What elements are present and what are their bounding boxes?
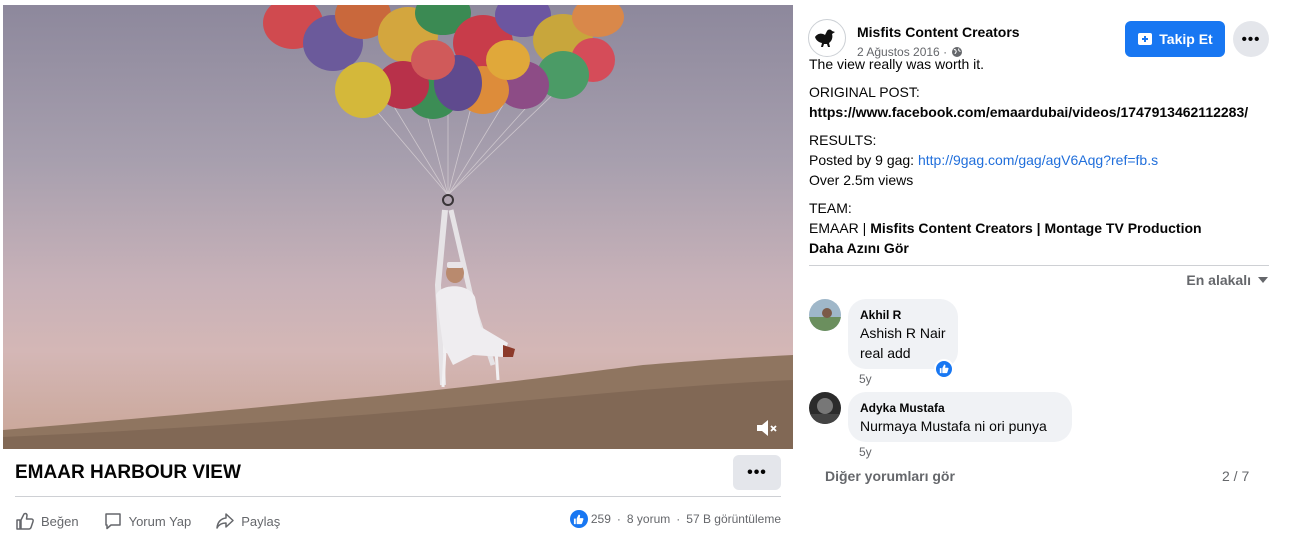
see-less-link[interactable]: Daha Azını Gör (809, 238, 1289, 258)
views-line: Over 2.5m views (809, 172, 914, 188)
video-more-options-button[interactable]: ••• (733, 455, 781, 490)
team-names[interactable]: Misfits Content Creators | Montage TV Pr… (870, 220, 1201, 236)
post-stats: 259 · 8 yorum · 57 B görüntüleme (569, 510, 781, 528)
thumbs-up-icon (939, 364, 949, 374)
mute-button[interactable] (754, 417, 782, 441)
comment-icon (104, 513, 121, 530)
avatar[interactable] (809, 299, 841, 331)
follow-button[interactable]: Takip Et (1125, 21, 1225, 57)
comment-author[interactable]: Akhil R (860, 307, 946, 323)
team-heading: TEAM: (809, 200, 852, 216)
share-label: Paylaş (241, 513, 281, 529)
avatar[interactable] (809, 392, 841, 424)
video-player[interactable] (3, 5, 793, 449)
like-label: Beğen (41, 513, 79, 529)
like-reaction-icon (569, 510, 588, 528)
page-name[interactable]: Misfits Content Creators (857, 24, 1020, 40)
comment-like-reaction[interactable] (934, 359, 954, 379)
original-post-heading: ORIGINAL POST: (809, 84, 920, 100)
page-avatar[interactable] (808, 19, 846, 57)
bird-logo-icon (815, 29, 835, 47)
description-line: The view really was worth it. (809, 56, 985, 72)
team-line: EMAAR | Misfits Content Creators | Monta… (809, 218, 1289, 238)
sort-label: En alakalı (1186, 272, 1251, 288)
posted-by-line: Posted by 9 gag: http://9gag.com/gag/agV… (809, 150, 1289, 170)
action-bar: Beğen Yorum Yap Paylaş (15, 508, 304, 534)
comment-text: Ashish R Nair (860, 325, 946, 341)
thumbs-up-icon (16, 512, 34, 530)
video-frame (3, 5, 793, 449)
posted-by-prefix: Posted by 9 gag: (809, 152, 918, 168)
muted-speaker-icon (757, 420, 777, 436)
divider (809, 265, 1269, 266)
caret-down-icon (1258, 277, 1268, 283)
share-button[interactable]: Paylaş (215, 511, 280, 531)
comment-count[interactable]: 8 yorum (627, 512, 670, 526)
post-description: The view really was worth it. ORIGINAL P… (809, 54, 1289, 258)
ninegag-link[interactable]: http://9gag.com/gag/agV6Aqg?ref=fb.s (918, 152, 1158, 168)
comment-bubble: Adyka Mustafa Nurmaya Mustafa ni ori pun… (848, 392, 1072, 442)
post-more-options-button[interactable]: ••• (1233, 21, 1269, 57)
post-panel: Misfits Content Creators 2 Ağustos 2016 … (794, 0, 1294, 541)
like-button[interactable]: Beğen (15, 511, 79, 531)
comment-text: real add (860, 345, 911, 361)
comment-label: Yorum Yap (128, 513, 192, 529)
team-prefix: EMAAR | (809, 220, 871, 236)
follow-plus-icon (1138, 33, 1153, 45)
comment-button[interactable]: Yorum Yap (103, 511, 192, 531)
comment-time[interactable]: 5y (859, 445, 872, 459)
results-heading: RESULTS: (809, 132, 877, 148)
comment-author[interactable]: Adyka Mustafa (860, 400, 1060, 416)
divider (15, 496, 781, 497)
comment-sort-dropdown[interactable]: En alakalı (1186, 272, 1269, 288)
comment-time[interactable]: 5y (859, 372, 872, 386)
original-post-link[interactable]: https://www.facebook.com/emaardubai/vide… (809, 102, 1289, 122)
more-comments-link[interactable]: Diğer yorumları gör (825, 468, 955, 484)
like-count[interactable]: 259 (591, 512, 611, 526)
view-count: 57 B görüntüleme (686, 512, 781, 526)
comment-pager: 2 / 7 (1222, 468, 1250, 484)
share-icon (216, 513, 234, 529)
video-title: EMAAR HARBOUR VIEW (15, 462, 241, 483)
comment-text: Nurmaya Mustafa ni ori punya (860, 418, 1047, 434)
follow-label: Takip Et (1159, 31, 1213, 47)
